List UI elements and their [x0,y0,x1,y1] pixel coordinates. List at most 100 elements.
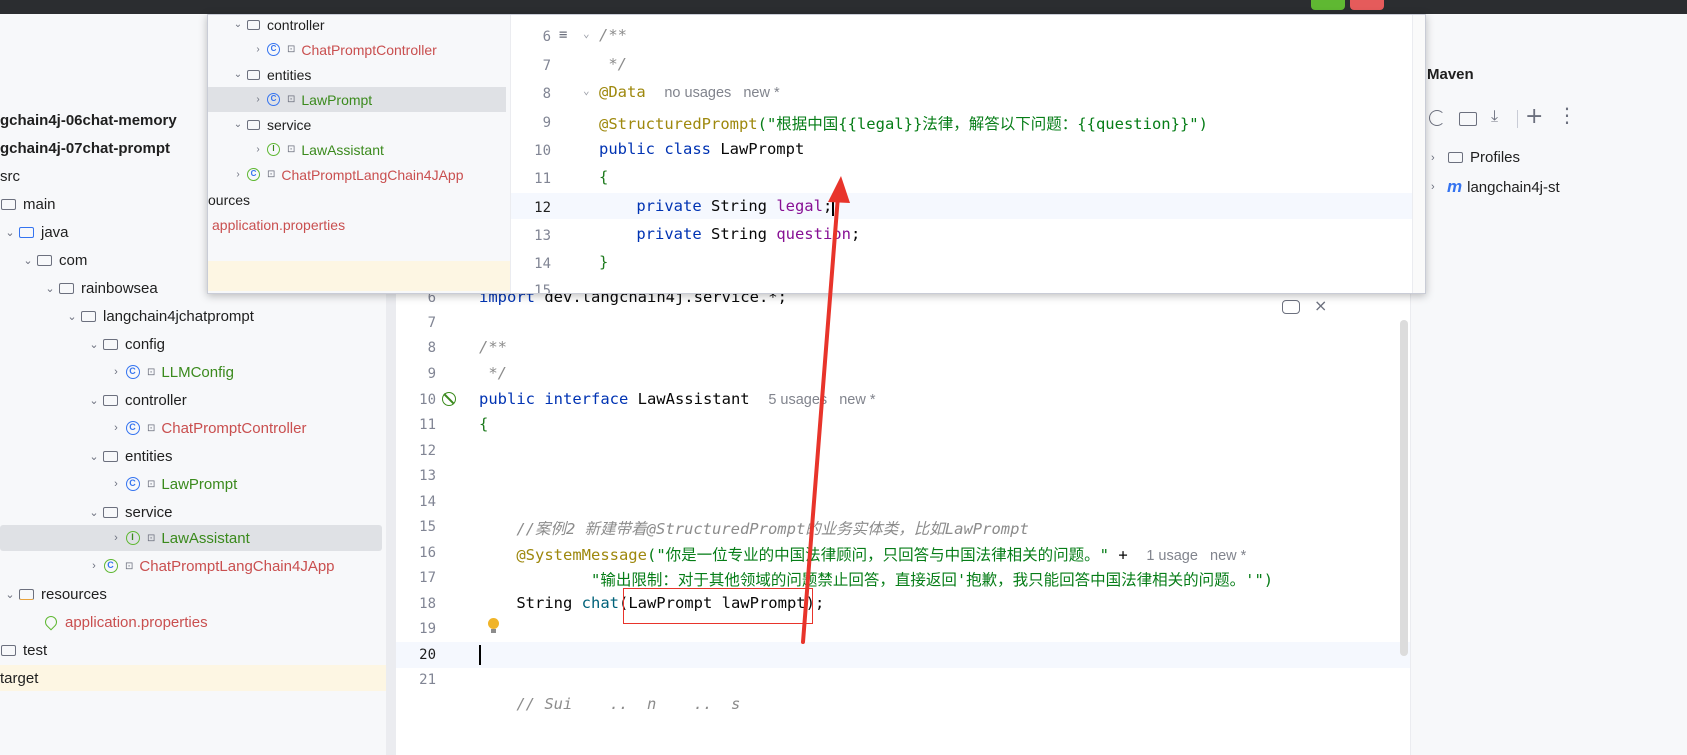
add-folder-icon[interactable] [1459,112,1477,126]
panel-divider[interactable] [386,290,396,755]
close-icon[interactable]: × [1314,296,1327,315]
tree-item-test[interactable]: test [0,637,386,663]
more-icon[interactable]: ⋮ [1557,103,1577,127]
lock-icon: ⊡ [147,532,156,544]
editor-scrollbar[interactable] [1400,320,1408,656]
lightbulb-icon[interactable] [488,618,499,633]
lock-icon: ⊡ [147,422,156,434]
line-number: 20 [419,647,436,663]
tree-item-controller[interactable]: ⌄ controller [0,387,386,413]
tree-item-label: gchain4j-07chat-prompt [0,139,171,157]
tree-item-application-properties[interactable]: application.properties [0,609,386,635]
tree-item-chatpromptcontroller[interactable]: › C ⊡ ChatPromptController [0,415,386,441]
chevron-down-icon[interactable]: ⌄ [86,506,102,519]
popup-scrollbar[interactable] [1412,15,1425,293]
stop-button[interactable] [1350,0,1384,10]
chevron-right-icon[interactable]: › [1431,152,1447,164]
chevron-right-icon[interactable]: › [108,478,124,490]
tree-item-lawassistant[interactable]: › I ⊡ LawAssistant [0,525,382,551]
tree-item-label: main [23,195,56,213]
tree-item-resources[interactable]: ⌄ resources [0,581,386,607]
reload-icon[interactable] [1429,110,1445,126]
code-line: @StructuredPrompt("根据中国{{legal}}法律，解答以下问… [599,112,1208,134]
line-number: 7 [427,315,436,331]
line-number: 12 [419,443,436,459]
interface-icon: I [124,530,141,547]
chevron-right-icon[interactable]: › [1431,181,1447,193]
reader-mode-icon[interactable]: ≡ [559,27,567,43]
popup-tree-item-app[interactable]: › C ⊡ ChatPromptLangChain4JApp [208,162,510,187]
chevron-down-icon[interactable]: ⌄ [64,310,80,323]
chevron-down-icon[interactable]: ⌄ [86,450,102,463]
usages-hint[interactable]: no usages new * [664,85,779,101]
tree-item-entities[interactable]: ⌄ entities [0,443,386,469]
chevron-down-icon[interactable]: ⌄ [20,254,36,267]
tree-item-service[interactable]: ⌄ service [0,499,386,525]
download-icon[interactable]: ⤓ [1491,108,1498,126]
tree-item-label: controller [125,391,187,409]
popup-tree-item-application-properties[interactable]: application.properties [208,212,510,237]
usages-hint[interactable]: 1 usage new * [1146,548,1246,564]
ai-assistant-icon[interactable] [1282,300,1300,314]
tree-item-label: config [125,335,166,353]
maven-item-profiles[interactable]: › Profiles [1431,149,1520,166]
chevron-right-icon[interactable]: › [250,44,266,55]
annotation: @StructuredPrompt [599,115,758,133]
tree-item-lawprompt[interactable]: › C ⊡ LawPrompt [0,471,386,497]
code-line: private String legal; [599,197,834,216]
popup-tree-item-lawprompt[interactable]: › C ⊡ LawPrompt [208,87,506,112]
chevron-right-icon[interactable]: › [108,532,124,544]
fold-icon[interactable]: ⌄ [583,27,590,40]
line-number: 16 [419,545,436,561]
chevron-down-icon[interactable]: ⌄ [86,338,102,351]
tree-item-config[interactable]: ⌄ config [0,331,386,357]
tree-item-label: gchain4j-06chat-memory [0,111,177,129]
package-icon [102,448,119,465]
quick-definition-popup[interactable]: ⌄ controller › C ⊡ ChatPromptController … [207,14,1426,294]
package-icon [80,308,97,325]
maven-item-project[interactable]: › m langchain4j-st [1431,177,1560,197]
chevron-right-icon[interactable]: › [108,422,124,434]
chevron-down-icon[interactable]: ⌄ [86,394,102,407]
chevron-down-icon[interactable]: ⌄ [2,226,18,239]
chevron-right-icon[interactable]: › [250,144,266,155]
tree-item-target[interactable]: target [0,665,386,691]
chevron-right-icon[interactable]: › [250,94,266,105]
add-icon[interactable]: + [1525,104,1543,129]
chevron-down-icon[interactable]: ⌄ [230,119,246,130]
line-number: 7 [542,58,551,74]
chevron-down-icon[interactable]: ⌄ [2,588,18,601]
line-number: 8 [542,86,551,102]
chevron-down-icon[interactable]: ⌄ [230,69,246,80]
chevron-down-icon[interactable]: ⌄ [42,282,58,295]
run-button[interactable] [1311,0,1345,10]
spring-boot-app-icon: C [246,167,261,182]
interface-icon: I [266,142,281,157]
chevron-right-icon[interactable]: › [86,560,102,572]
line-number: 10 [534,143,551,159]
usages-hint[interactable]: 5 usages new * [768,392,875,408]
fold-icon[interactable]: ⌄ [583,84,590,97]
tree-item-langchain4jchatprompt[interactable]: ⌄ langchain4jchatprompt [0,303,386,329]
popup-tree-item-entities[interactable]: ⌄ entities [208,62,510,87]
code-line: @Data no usages new * [599,83,780,101]
chevron-right-icon[interactable]: › [230,169,246,180]
type-name: String [479,594,582,612]
popup-tree-item-resources[interactable]: ources [208,187,510,212]
keyword: public interface [479,390,629,408]
chevron-down-icon[interactable]: ⌄ [230,19,246,30]
tree-item-llmconfig[interactable]: › C ⊡ LLMConfig [0,359,386,385]
keyword: public class [599,140,711,158]
operator: + [1108,546,1137,564]
code-editor[interactable]: 6 import dev.langchain4j.service.*; 7 8 … [396,290,1410,755]
chevron-right-icon[interactable]: › [108,366,124,378]
popup-project-tree: ⌄ controller › C ⊡ ChatPromptController … [208,15,511,293]
popup-tree-highlight [208,261,510,291]
popup-tree-item-service[interactable]: ⌄ service [208,112,510,137]
tree-item-chatpromptlangchain4japp[interactable]: › C ⊡ ChatPromptLangChain4JApp [0,553,386,579]
no-bean-icon[interactable] [442,392,456,406]
popup-tree-item-lawassistant[interactable]: › I ⊡ LawAssistant [208,137,510,162]
code-line: */ [599,55,627,73]
popup-tree-item-chatpromptcontroller[interactable]: › C ⊡ ChatPromptController [208,37,510,62]
popup-tree-item-controller[interactable]: ⌄ controller [208,15,510,37]
